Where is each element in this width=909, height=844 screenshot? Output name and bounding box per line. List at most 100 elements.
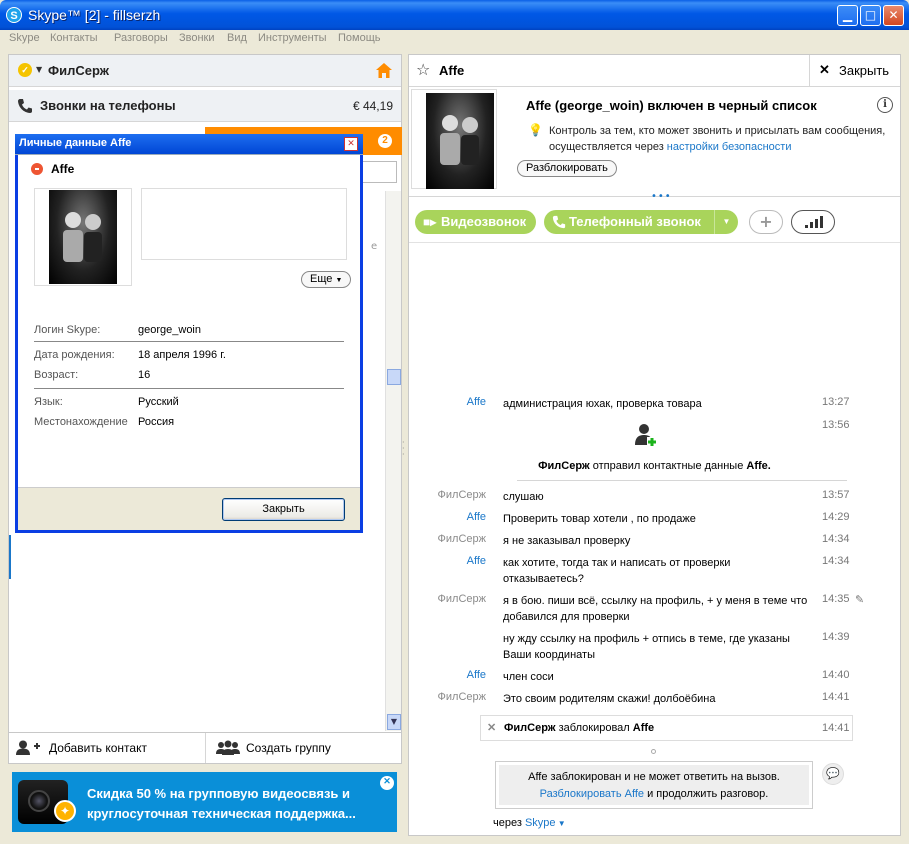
close-window-button[interactable]: ✕ bbox=[883, 5, 904, 26]
contacts-scrollbar[interactable]: ▼ bbox=[385, 191, 401, 731]
create-group-button[interactable]: Создать группу bbox=[206, 733, 401, 763]
message-sender[interactable]: Affe bbox=[467, 396, 486, 408]
field-value-skype-login: george_woin bbox=[138, 324, 201, 336]
message-text: ну жду ссылку на профиль + отпись в теме… bbox=[503, 633, 790, 661]
blocked-notice-rest: и продолжить разговор. bbox=[647, 788, 769, 800]
edited-pencil-icon: ✎ bbox=[855, 593, 865, 606]
message-text: администрация юхак, проверка товара bbox=[503, 398, 702, 410]
message-sender[interactable]: Affe bbox=[467, 511, 486, 523]
message-text: слушаю bbox=[503, 491, 544, 503]
chat-history: Affe администрация юхак, проверка товара… bbox=[409, 55, 900, 835]
send-via-label: через bbox=[493, 817, 522, 829]
message-time: 14:40 bbox=[822, 669, 850, 681]
message-time: 14:34 bbox=[822, 555, 850, 567]
phone-calls-row[interactable]: Звонки на телефоны € 44,19 bbox=[9, 90, 401, 122]
conversation-pane: ☆ Affe ✕ Закрыть Affe (george_woin) вклю… bbox=[408, 54, 901, 836]
field-value-age: 16 bbox=[138, 369, 151, 381]
chat-message: ФилСерж слушаю 13:57 bbox=[409, 489, 900, 507]
scrollbar-thumb[interactable] bbox=[387, 369, 401, 385]
chat-message: ну жду ссылку на профиль + отпись в теме… bbox=[409, 631, 900, 661]
message-sender[interactable]: ФилСерж bbox=[438, 691, 486, 703]
star-badge-icon: ✦ bbox=[54, 800, 76, 822]
blocked-notice: Affe заблокирован и не может ответить на… bbox=[495, 761, 813, 809]
send-via-selector[interactable]: Skype bbox=[525, 817, 556, 829]
message-sender[interactable]: Affe bbox=[467, 555, 486, 567]
field-value-language: Русский bbox=[138, 396, 179, 408]
chat-message: ФилСерж я в бою. пиши всё, ссылку на проф… bbox=[409, 593, 900, 623]
blocked-status-icon bbox=[31, 163, 43, 175]
chat-message: Affe администрация юхак, проверка товара… bbox=[409, 396, 900, 414]
field-label: Язык: bbox=[34, 396, 63, 408]
chat-bubble-icon[interactable]: 💬 bbox=[822, 763, 844, 785]
blocked-event: ✕ ФилСерж заблокировал Affe 14:41 bbox=[480, 715, 853, 741]
status-online-icon[interactable]: ✓ bbox=[18, 63, 32, 77]
scroll-down-arrow-icon[interactable]: ▼ bbox=[387, 714, 401, 730]
separator-dot bbox=[651, 749, 656, 754]
menu-contacts[interactable]: Контакты bbox=[50, 32, 98, 44]
add-contact-icon bbox=[16, 740, 40, 755]
mood-message-box bbox=[141, 188, 347, 260]
menu-calls[interactable]: Звонки bbox=[179, 32, 215, 44]
message-sender[interactable]: ФилСерж bbox=[438, 489, 486, 501]
dialog-close-icon[interactable]: ✕ bbox=[344, 137, 358, 151]
phone-calls-label: Звонки на телефоны bbox=[40, 98, 176, 113]
selected-contact-marker bbox=[9, 535, 11, 579]
message-sender[interactable]: Affe bbox=[467, 669, 486, 681]
menu-help[interactable]: Помощь bbox=[338, 32, 381, 44]
profile-row[interactable]: ✓ ▼ ФилСерж bbox=[9, 55, 401, 87]
message-time: 14:35 bbox=[822, 593, 850, 605]
event-divider bbox=[517, 480, 847, 481]
blocked-event-target[interactable]: Affe bbox=[633, 722, 654, 734]
field-label: Дата рождения: bbox=[34, 349, 115, 361]
message-time: 13:27 bbox=[822, 396, 850, 408]
more-label: Еще bbox=[310, 273, 333, 285]
blocked-notice-line: Affe заблокирован и не может ответить на… bbox=[528, 771, 780, 783]
message-text: я не заказывал проверку bbox=[503, 535, 631, 547]
left-bottom-toolbar: Добавить контакт Создать группу bbox=[8, 732, 402, 764]
message-sender[interactable]: ФилСерж bbox=[438, 533, 486, 545]
title-bar[interactable]: S Skype™ [2] - fillserzh ▁ □ ✕ bbox=[0, 0, 909, 30]
chat-message: Affe член соси 14:40 bbox=[409, 669, 900, 687]
message-text: как хотите, тогда так и написать от пров… bbox=[503, 557, 731, 585]
dialog-close-button[interactable]: Закрыть bbox=[222, 498, 345, 521]
menu-conversations[interactable]: Разговоры bbox=[114, 32, 168, 44]
add-contact-label: Добавить контакт bbox=[49, 741, 147, 755]
truncated-contact-text: е bbox=[371, 241, 378, 252]
message-time: 14:39 bbox=[822, 631, 850, 643]
home-icon[interactable] bbox=[375, 62, 393, 79]
blocked-event-user[interactable]: ФилСерж bbox=[504, 722, 556, 734]
status-chevron-icon[interactable]: ▼ bbox=[36, 65, 42, 74]
window-title: Skype™ [2] - fillserzh bbox=[28, 7, 161, 23]
blocked-event-time: 14:41 bbox=[822, 722, 850, 734]
chat-message: ФилСерж я не заказывал проверку 14:34 bbox=[409, 533, 900, 551]
menu-view[interactable]: Вид bbox=[227, 32, 247, 44]
more-button[interactable]: Еще ▼ bbox=[301, 271, 352, 288]
skype-window: S Skype™ [2] - fillserzh ▁ □ ✕ Skype Кон… bbox=[0, 0, 909, 844]
contact-card-icon bbox=[635, 424, 657, 447]
pane-splitter[interactable]: · · · bbox=[402, 439, 407, 460]
minimize-button[interactable]: ▁ bbox=[837, 5, 858, 26]
field-value-birthdate: 18 апреля 1996 г. bbox=[138, 349, 226, 361]
contact-sent-target[interactable]: Affe. bbox=[746, 460, 770, 472]
menu-bar: Skype Контакты Разговоры Звонки Вид Инст… bbox=[0, 30, 909, 48]
profile-name: ФилСерж bbox=[48, 63, 109, 78]
promo-text: Скидка 50 % на групповую видеосвязь и кр… bbox=[87, 784, 356, 824]
maximize-button[interactable]: □ bbox=[860, 5, 881, 26]
add-contact-button[interactable]: Добавить контакт bbox=[9, 733, 205, 763]
menu-skype[interactable]: Skype bbox=[9, 32, 40, 44]
message-sender[interactable]: ФилСерж bbox=[438, 593, 486, 605]
message-time: 13:57 bbox=[822, 489, 850, 501]
via-chevron-icon[interactable]: ▼ bbox=[556, 819, 566, 828]
phone-icon bbox=[18, 99, 32, 113]
menu-tools[interactable]: Инструменты bbox=[258, 32, 327, 44]
promo-banner[interactable]: ✦ Скидка 50 % на групповую видеосвязь и … bbox=[12, 772, 397, 832]
dialog-title-bar[interactable]: Личные данные Affe ✕ bbox=[15, 134, 363, 154]
blocked-event-text: ФилСерж заблокировал Affe bbox=[504, 722, 654, 734]
unblock-contact-link[interactable]: Разблокировать Affe bbox=[540, 788, 644, 800]
message-time: 14:34 bbox=[822, 533, 850, 545]
personal-data-dialog: Личные данные Affe ✕ Affe Еще ▼ Логин Sk… bbox=[15, 134, 363, 533]
close-promo-icon[interactable]: ✕ bbox=[380, 776, 394, 790]
contact-sent-text: отправил контактные данные bbox=[592, 460, 744, 472]
send-via: через Skype ▼ bbox=[493, 817, 566, 829]
contact-sent-user[interactable]: ФилСерж bbox=[538, 460, 590, 472]
